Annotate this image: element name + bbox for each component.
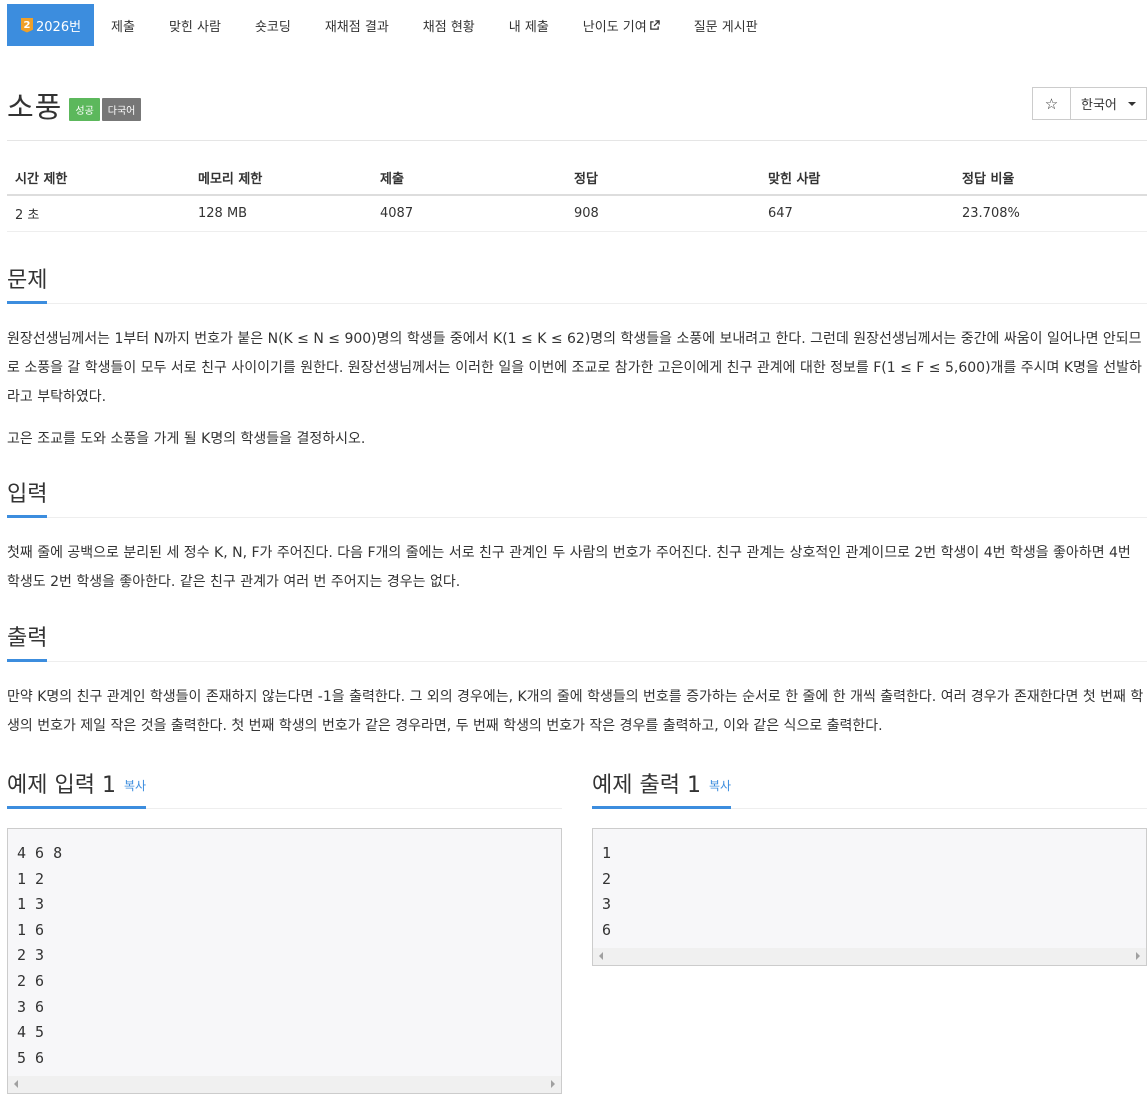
scroll-left-icon[interactable] [14, 1080, 18, 1088]
sample-input-lines: 4 6 8 1 2 1 3 1 6 2 3 2 6 3 6 4 5 5 6 [8, 829, 561, 1071]
sample-line: 2 [602, 869, 612, 888]
sample-input-box[interactable]: 4 6 8 1 2 1 3 1 6 2 3 2 6 3 6 4 5 5 6 [7, 828, 562, 1094]
table-row: 2 초 128 MB 4087 908 647 23.708% [7, 196, 1147, 232]
copy-sample-output-button[interactable]: 복사 [709, 779, 731, 793]
chevron-down-icon [1128, 102, 1136, 106]
divider [7, 661, 1147, 662]
tab-label: 질문 게시판 [693, 19, 758, 35]
sample-line: 2 3 [17, 946, 45, 965]
sample-input-header: 예제 입력 1 복사 [7, 767, 562, 809]
sample-line: 1 6 [17, 920, 45, 939]
input-description: 첫째 줄에 공백으로 분리된 세 정수 K, N, F가 주어진다. 다음 F개… [7, 545, 1131, 590]
divider [7, 140, 1147, 141]
sample-line: 5 6 [17, 1048, 45, 1067]
table-header: 정답 비율 [962, 171, 1015, 187]
tab-difficulty-contribution[interactable]: 난이도 기여 [566, 4, 677, 46]
external-link-icon [649, 19, 660, 30]
copy-sample-input-button[interactable]: 복사 [124, 779, 146, 793]
language-select[interactable]: 한국어 [1070, 87, 1147, 120]
tab-label: 내 제출 [508, 19, 549, 35]
output-section-header: 출력 [7, 620, 1147, 662]
tab-problem[interactable]: 2 2026번 [7, 4, 95, 46]
memory-limit-value: 128 MB [198, 206, 248, 221]
problem-nav: 2 2026번 제출 맞힌 사람 숏코딩 재채점 결과 채점 현황 내 제출 난… [7, 4, 775, 46]
horizontal-scrollbar[interactable] [593, 948, 1146, 965]
table-header: 시간 제한 [15, 171, 68, 187]
tab-short-coding[interactable]: 숏코딩 [238, 4, 308, 46]
tab-my-submissions[interactable]: 내 제출 [492, 4, 566, 46]
table-header: 맞힌 사람 [768, 171, 821, 187]
sample-line: 3 [602, 895, 612, 914]
problem-section-header: 문제 [7, 262, 1147, 304]
sample-line: 3 6 [17, 997, 45, 1016]
sample-line: 1 [602, 844, 612, 862]
section-title: 입력 [7, 476, 48, 518]
sample-line: 6 [602, 920, 612, 939]
output-description: 만약 K명의 친구 관계인 학생들이 존재하지 않는다면 -1을 출력한다. 그… [7, 689, 1144, 734]
section-title-wrap: 예제 출력 1 복사 [592, 767, 732, 809]
problem-description: 고은 조교를 도와 소풍을 가게 될 K명의 학생들을 결정하시오. [7, 431, 366, 447]
sample-line: 1 3 [17, 895, 45, 914]
section-title-wrap: 예제 입력 1 복사 [7, 767, 147, 809]
sample-line: 4 5 [17, 1023, 45, 1042]
accept-ratio-value: 23.708% [962, 206, 1020, 221]
tab-label: 맞힌 사람 [168, 19, 221, 35]
section-title: 문제 [7, 262, 48, 304]
divider [7, 517, 1147, 518]
tab-label: 채점 현황 [422, 19, 475, 35]
tab-question-board[interactable]: 질문 게시판 [677, 4, 775, 46]
sample-output-box[interactable]: 1 2 3 6 [592, 828, 1147, 966]
tab-label: 난이도 기여 [582, 19, 647, 35]
tab-judge-status[interactable]: 채점 현황 [406, 4, 492, 46]
tab-label: 숏코딩 [254, 19, 291, 35]
tab-label: 2026번 [36, 19, 82, 35]
problem-description: 원장선생님께서는 1부터 N까지 번호가 붙은 N(K ≤ N ≤ 900)명의… [7, 331, 1142, 405]
tab-label: 재채점 결과 [324, 19, 389, 35]
horizontal-scrollbar[interactable] [8, 1076, 561, 1093]
scroll-left-icon[interactable] [599, 952, 603, 960]
star-icon: ☆ [1044, 94, 1059, 113]
scroll-right-icon[interactable] [551, 1080, 555, 1088]
accepted-value: 908 [574, 206, 599, 221]
status-badge-multilang: 다국어 [101, 97, 142, 121]
submissions-value: 4087 [380, 206, 414, 221]
input-section-header: 입력 [7, 476, 1147, 518]
table-header: 정답 [574, 171, 598, 187]
solved-users-value: 647 [768, 206, 793, 221]
tier-icon: 2 [21, 17, 33, 33]
favorite-button[interactable]: ☆ [1032, 87, 1071, 120]
tab-solved-users[interactable]: 맞힌 사람 [152, 4, 238, 46]
sample-output-header: 예제 출력 1 복사 [592, 767, 1147, 809]
scroll-right-icon[interactable] [1136, 952, 1140, 960]
section-title: 출력 [7, 620, 48, 662]
sample-line: 1 2 [17, 869, 45, 888]
problem-header: 소풍 성공 다국어 [7, 84, 143, 126]
sample-output-lines: 1 2 3 6 [593, 829, 1146, 943]
table-header: 제출 [380, 171, 404, 187]
table-header: 메모리 제한 [198, 171, 263, 187]
sample-line: 2 6 [17, 971, 45, 990]
language-label: 한국어 [1081, 98, 1117, 113]
sample-line: 4 6 8 [17, 844, 63, 862]
divider [7, 303, 1147, 304]
problem-info-table: 시간 제한 메모리 제한 제출 정답 맞힌 사람 정답 비율 2 초 128 M… [7, 160, 1147, 232]
status-badge-success: 성공 [69, 97, 100, 121]
section-title: 예제 출력 1 [592, 773, 701, 798]
table-header-row: 시간 제한 메모리 제한 제출 정답 맞힌 사람 정답 비율 [7, 160, 1147, 196]
page-title: 소풍 [7, 90, 63, 124]
time-limit-value: 2 초 [15, 208, 40, 223]
tab-label: 제출 [111, 19, 135, 35]
section-title: 예제 입력 1 [7, 773, 116, 798]
tab-rejudge-results[interactable]: 재채점 결과 [308, 4, 406, 46]
tab-submit[interactable]: 제출 [94, 4, 152, 46]
